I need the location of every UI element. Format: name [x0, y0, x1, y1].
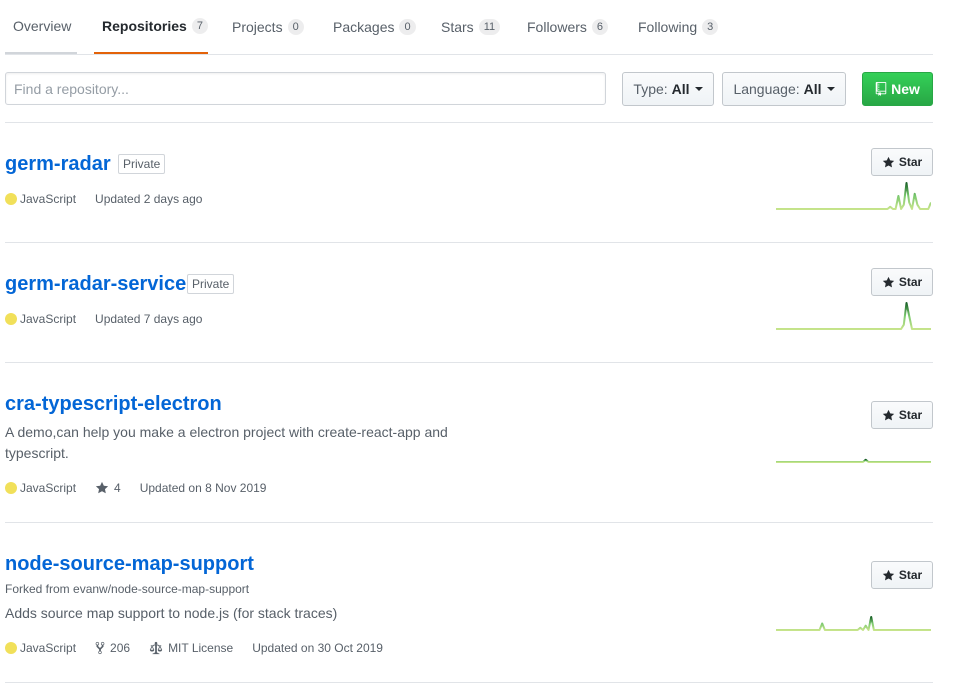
repo-description: Adds source map support to node.js (for … — [5, 605, 338, 621]
repo-list-item: germ-radar-service Private JavaScript Up… — [5, 243, 933, 363]
star-icon — [882, 276, 895, 287]
tab-label: Following — [638, 18, 698, 35]
repo-updated: Updated 7 days ago — [95, 312, 203, 326]
repo-license-label: MIT License — [168, 641, 234, 655]
repo-name-link[interactable]: germ-radar — [5, 153, 111, 176]
new-button-label: New — [891, 81, 920, 97]
sparkline-path — [776, 616, 931, 631]
profile-tabs: Overview Repositories 7 Projects 0 Packa… — [5, 0, 933, 55]
caret-down-icon — [694, 87, 703, 91]
tab-label: Stars — [441, 18, 474, 35]
tab-stars[interactable]: Stars 11 — [433, 0, 508, 53]
language-color-dot — [5, 313, 17, 325]
tab-repositories[interactable]: Repositories 7 — [94, 0, 208, 54]
tab-following[interactable]: Following 3 — [630, 0, 726, 53]
star-label: Star — [898, 275, 923, 289]
tab-projects[interactable]: Projects 0 — [224, 0, 312, 53]
repo-language: JavaScript — [5, 641, 76, 655]
repo-language-label: JavaScript — [20, 641, 77, 655]
repo-list-item: node-source-map-support Forked from evan… — [5, 523, 933, 683]
repo-meta: JavaScript Updated 7 days ago — [5, 312, 221, 326]
tab-counter: 0 — [399, 18, 416, 35]
fork-icon — [95, 641, 105, 655]
repo-list-item: cra-typescript-electron A demo,can help … — [5, 363, 933, 523]
type-filter-button[interactable]: Type: All — [622, 72, 714, 106]
forked-from-link[interactable]: evanw/node-source-map-support — [73, 582, 249, 596]
repo-forks-link[interactable]: 206 — [95, 641, 130, 655]
repo-forks-count: 206 — [110, 641, 131, 655]
tab-label: Packages — [333, 18, 395, 35]
star-icon — [882, 156, 895, 167]
sparkline-path — [776, 458, 931, 463]
tab-counter: 6 — [591, 18, 609, 35]
star-button[interactable]: Star — [871, 561, 933, 589]
language-color-dot — [5, 482, 17, 494]
repo-name-link[interactable]: node-source-map-support — [5, 553, 254, 576]
tab-label: Followers — [527, 18, 587, 35]
sparkline-path — [776, 182, 931, 210]
type-filter-value: All — [671, 81, 690, 97]
star-icon — [95, 481, 109, 494]
tab-overview[interactable]: Overview — [5, 0, 77, 54]
caret-down-icon — [826, 87, 835, 91]
tab-counter: 11 — [478, 18, 501, 35]
repo-license: MIT License — [149, 641, 233, 655]
star-label: Star — [898, 408, 923, 422]
star-icon — [882, 569, 895, 580]
forked-from-prefix: Forked from — [5, 582, 70, 596]
language-color-dot — [5, 642, 17, 654]
star-button[interactable]: Star — [871, 148, 933, 176]
tab-packages[interactable]: Packages 0 — [325, 0, 424, 53]
star-label: Star — [898, 155, 923, 169]
star-button[interactable]: Star — [871, 268, 933, 296]
tab-counter: 3 — [702, 18, 719, 35]
tab-followers[interactable]: Followers 6 — [519, 0, 616, 53]
repo-language-label: JavaScript — [20, 312, 77, 326]
repo-language: JavaScript — [5, 192, 76, 206]
repo-language-label: JavaScript — [20, 481, 77, 495]
tab-label: Overview — [13, 18, 72, 34]
repo-updated: Updated on 30 Oct 2019 — [252, 641, 383, 655]
repo-description: A demo,can help you make a electron proj… — [5, 424, 448, 461]
repo-name-link[interactable]: cra-typescript-electron — [5, 393, 222, 416]
tab-label: Repositories — [102, 18, 187, 34]
activity-sparkline — [776, 616, 931, 631]
repo-list-item: germ-radar Private JavaScript Updated 2 … — [5, 123, 933, 243]
forked-from: Forked from evanw/node-source-map-suppor… — [5, 582, 249, 596]
language-filter-key: Language: — [733, 81, 800, 97]
repo-language: JavaScript — [5, 481, 76, 495]
tab-counter: 7 — [191, 18, 208, 34]
repo-updated: Updated on 8 Nov 2019 — [139, 481, 267, 495]
star-icon — [882, 409, 895, 420]
repo-language-label: JavaScript — [20, 192, 77, 206]
sparkline-path — [776, 302, 931, 330]
repo-icon — [875, 82, 887, 96]
repo-meta: JavaScript 4 Updated on 8 Nov 2019 — [5, 481, 285, 495]
language-filter-value: All — [803, 81, 822, 97]
private-badge: Private — [118, 154, 166, 174]
repo-name-link[interactable]: germ-radar-service — [5, 273, 186, 296]
repo-stars-count: 4 — [114, 481, 121, 495]
activity-sparkline — [776, 458, 931, 463]
repo-meta: JavaScript 206 MIT License Updated on 30… — [5, 641, 402, 655]
language-filter-button[interactable]: Language: All — [722, 72, 846, 106]
tab-label: Projects — [232, 18, 283, 35]
tab-counter: 0 — [287, 18, 304, 35]
type-filter-key: Type: — [633, 81, 668, 97]
private-badge: Private — [187, 274, 235, 294]
law-icon — [149, 641, 163, 655]
repositories-page: Overview Repositories 7 Projects 0 Packa… — [5, 0, 933, 683]
find-repository-input[interactable] — [5, 72, 606, 105]
repo-stargazers-link[interactable]: 4 — [95, 481, 121, 495]
repo-filter-bar: Type: All Language: All New — [5, 55, 933, 123]
star-label: Star — [898, 568, 923, 582]
repo-updated: Updated 2 days ago — [95, 192, 203, 206]
repo-meta: JavaScript Updated 2 days ago — [5, 192, 221, 206]
repo-language: JavaScript — [5, 312, 76, 326]
star-button[interactable]: Star — [871, 401, 933, 429]
activity-sparkline — [776, 302, 931, 330]
activity-sparkline — [776, 182, 931, 210]
new-repository-button[interactable]: New — [862, 72, 933, 106]
language-color-dot — [5, 193, 17, 205]
